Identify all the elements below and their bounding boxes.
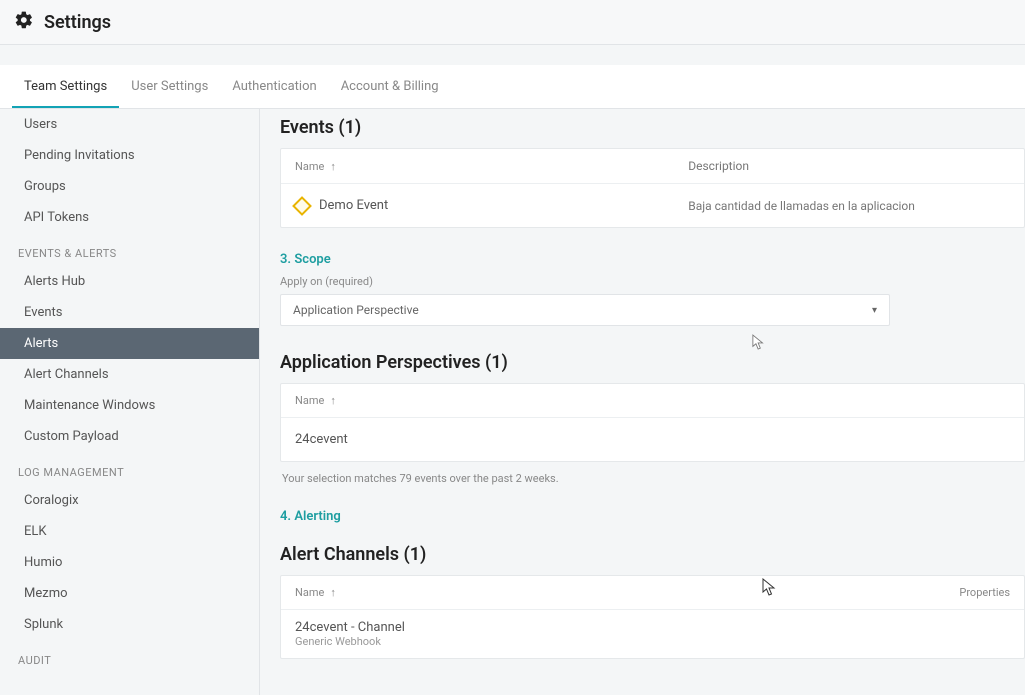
sidebar: Users Pending Invitations Groups API Tok… <box>0 109 260 695</box>
sidebar-item-alerts-hub[interactable]: Alerts Hub <box>0 266 259 297</box>
top-tabs: Team Settings User Settings Authenticati… <box>0 65 1025 109</box>
scope-selected-value: Application Perspective <box>293 303 419 317</box>
sidebar-group-log-management: LOG MANAGEMENT <box>0 452 259 485</box>
sidebar-item-users[interactable]: Users <box>0 109 259 140</box>
table-row[interactable]: 24cevent - Channel Generic Webhook <box>281 610 1024 658</box>
sidebar-item-splunk[interactable]: Splunk <box>0 609 259 640</box>
sidebar-item-api-tokens[interactable]: API Tokens <box>0 202 259 233</box>
sidebar-item-alerts[interactable]: Alerts <box>0 328 259 359</box>
chevron-down-icon: ▾ <box>872 305 877 316</box>
events-table: Name ↑ Description Demo Event Baja canti… <box>280 148 1025 228</box>
sort-arrow-icon: ↑ <box>330 394 336 407</box>
events-col-name[interactable]: Name ↑ <box>295 159 688 173</box>
alert-channels-heading: Alert Channels (1) <box>280 544 1025 565</box>
sidebar-item-groups[interactable]: Groups <box>0 171 259 202</box>
perspective-name: 24cevent <box>295 432 348 447</box>
alert-channels-table: Name ↑ Properties 24cevent - Channel Gen… <box>280 575 1025 659</box>
sort-arrow-icon: ↑ <box>330 160 336 173</box>
sidebar-item-custom-payload[interactable]: Custom Payload <box>0 421 259 452</box>
events-col-description[interactable]: Description <box>688 159 1010 173</box>
channel-sub: Generic Webhook <box>295 635 1010 648</box>
sidebar-group-events-alerts: EVENTS & ALERTS <box>0 233 259 266</box>
table-row[interactable]: Demo Event Baja cantidad de llamadas en … <box>281 184 1024 227</box>
event-description: Baja cantidad de llamadas en la aplicaci… <box>688 199 1010 213</box>
scope-step: 3. Scope <box>280 252 1025 267</box>
scope-select[interactable]: Application Perspective ▾ <box>280 294 890 326</box>
sidebar-item-humio[interactable]: Humio <box>0 547 259 578</box>
channels-col-properties[interactable]: Properties <box>688 586 1010 599</box>
sidebar-item-coralogix[interactable]: Coralogix <box>0 485 259 516</box>
perspectives-heading: Application Perspectives (1) <box>280 352 1025 373</box>
sort-arrow-icon: ↑ <box>330 586 336 599</box>
alerting-step: 4. Alerting <box>280 509 1025 524</box>
sidebar-group-audit: AUDIT <box>0 640 259 673</box>
perspectives-col-name[interactable]: Name ↑ <box>295 394 688 407</box>
diamond-icon <box>292 196 312 216</box>
match-note: Your selection matches 79 events over th… <box>282 472 1025 485</box>
sidebar-item-elk[interactable]: ELK <box>0 516 259 547</box>
perspectives-table: Name ↑ 24cevent <box>280 383 1025 462</box>
channel-name: 24cevent - Channel <box>295 620 1010 635</box>
table-row[interactable]: 24cevent <box>281 418 1024 461</box>
sidebar-item-mezmo[interactable]: Mezmo <box>0 578 259 609</box>
tab-account-billing[interactable]: Account & Billing <box>329 65 451 108</box>
gear-icon <box>14 10 34 34</box>
sidebar-item-events[interactable]: Events <box>0 297 259 328</box>
tab-authentication[interactable]: Authentication <box>220 65 328 108</box>
sidebar-item-maintenance-windows[interactable]: Maintenance Windows <box>0 390 259 421</box>
page-header: Settings <box>0 0 1025 45</box>
main-content: Events (1) Name ↑ Description Demo Event… <box>260 109 1025 695</box>
event-name: Demo Event <box>319 198 388 213</box>
channels-col-name[interactable]: Name ↑ <box>295 586 688 599</box>
tab-team-settings[interactable]: Team Settings <box>12 65 119 108</box>
page-title: Settings <box>44 12 111 33</box>
tab-user-settings[interactable]: User Settings <box>119 65 220 108</box>
scope-hint: Apply on (required) <box>280 275 1025 288</box>
sidebar-item-pending-invitations[interactable]: Pending Invitations <box>0 140 259 171</box>
sidebar-item-alert-channels[interactable]: Alert Channels <box>0 359 259 390</box>
events-heading: Events (1) <box>280 117 1025 138</box>
